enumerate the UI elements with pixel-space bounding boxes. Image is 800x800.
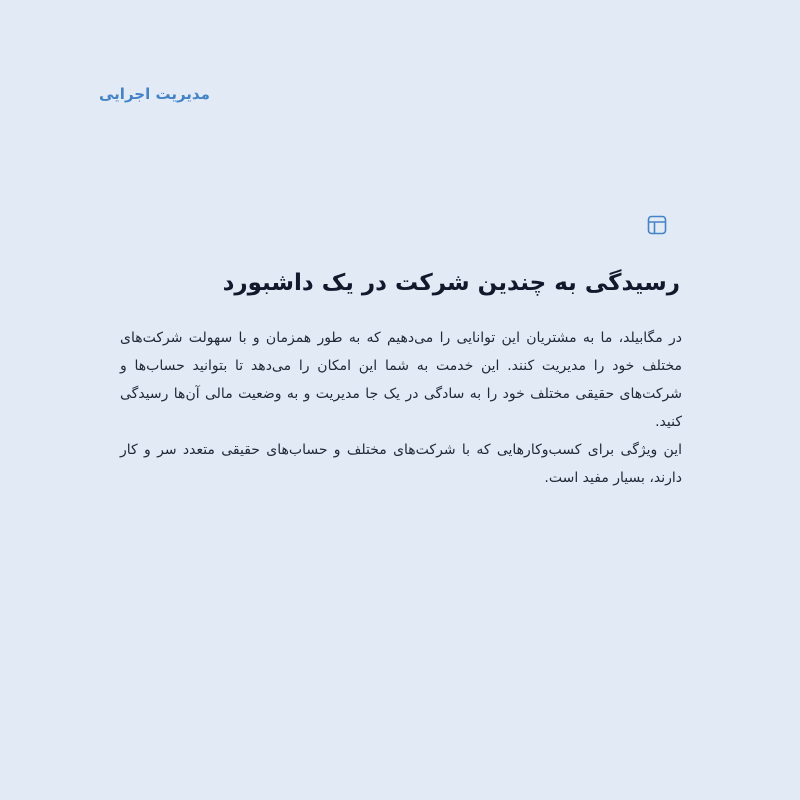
section-category-label: مدیریت اجرایی <box>99 85 210 103</box>
feature-description: در مگابیلد، ما به مشتریان این توانایی را… <box>120 324 682 492</box>
feature-paragraph: این ویژگی برای کسب‌وکارهایی که با شرکت‌ه… <box>120 442 682 486</box>
feature-paragraph: در مگابیلد، ما به مشتریان این توانایی را… <box>120 330 682 430</box>
layout-icon <box>647 215 667 235</box>
feature-title: رسیدگی به چندین شرکت در یک داشبورد <box>222 270 680 296</box>
